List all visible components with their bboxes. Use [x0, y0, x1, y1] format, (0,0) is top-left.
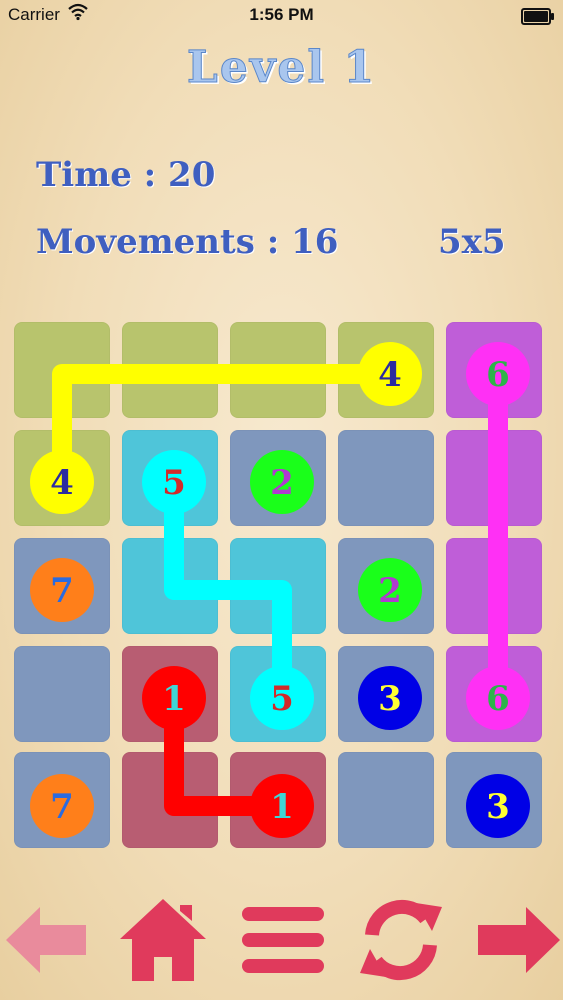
dot-number: 2	[270, 463, 294, 503]
grid-size-label: 5x5	[438, 222, 506, 262]
movements-counter: Movements : 16	[36, 222, 339, 262]
dot-number: 6	[486, 355, 510, 395]
arrow-right-icon	[478, 907, 560, 973]
connection-path	[52, 364, 400, 492]
dot-number: 7	[50, 787, 74, 827]
refresh-icon	[360, 899, 442, 981]
dot-number: 4	[50, 463, 74, 503]
number-dot[interactable]: 6	[466, 666, 530, 730]
number-dot[interactable]: 2	[358, 558, 422, 622]
restart-button[interactable]	[356, 895, 446, 985]
number-dot[interactable]: 2	[250, 450, 314, 514]
dot-number: 5	[162, 463, 186, 503]
back-button[interactable]	[2, 895, 92, 985]
dot-number: 6	[486, 679, 510, 719]
arrow-left-icon	[6, 907, 86, 973]
number-dot[interactable]: 1	[142, 666, 206, 730]
dot-number: 1	[270, 787, 294, 827]
game-board: 4 4 6 6 5 5 2 2 7 7 1 1 3 3	[14, 322, 550, 848]
connection-layer: 4 4 6 6 5 5 2 2 7 7 1 1 3 3	[30, 342, 530, 838]
number-dot[interactable]: 7	[30, 774, 94, 838]
home-icon	[120, 899, 206, 981]
number-dot[interactable]: 6	[466, 342, 530, 406]
number-dot[interactable]: 1	[250, 774, 314, 838]
number-dot[interactable]: 5	[142, 450, 206, 514]
dot-number: 1	[162, 679, 186, 719]
number-dot[interactable]: 3	[358, 666, 422, 730]
dot-number: 3	[486, 787, 510, 827]
clock-label: 1:56 PM	[249, 5, 314, 24]
time-counter: Time : 20	[36, 155, 216, 195]
dot-number: 5	[270, 679, 294, 719]
dot-number: 4	[378, 355, 402, 395]
connection-path	[164, 472, 292, 708]
dot-number: 7	[50, 571, 74, 611]
number-dot[interactable]: 4	[30, 450, 94, 514]
status-bar: Carrier 1:56 PM	[0, 0, 563, 32]
home-button[interactable]	[118, 895, 208, 985]
number-dot[interactable]: 7	[30, 558, 94, 622]
dot-number: 2	[378, 571, 402, 611]
battery-icon	[521, 8, 554, 25]
bottom-toolbar	[0, 895, 563, 1000]
number-dot[interactable]: 5	[250, 666, 314, 730]
number-dot[interactable]: 4	[358, 342, 422, 406]
level-title: Level 1	[186, 42, 377, 94]
dot-number: 3	[378, 679, 402, 719]
number-dot[interactable]: 3	[466, 774, 530, 838]
menu-icon	[242, 907, 324, 973]
next-button[interactable]	[474, 895, 563, 985]
menu-button[interactable]	[238, 895, 328, 985]
